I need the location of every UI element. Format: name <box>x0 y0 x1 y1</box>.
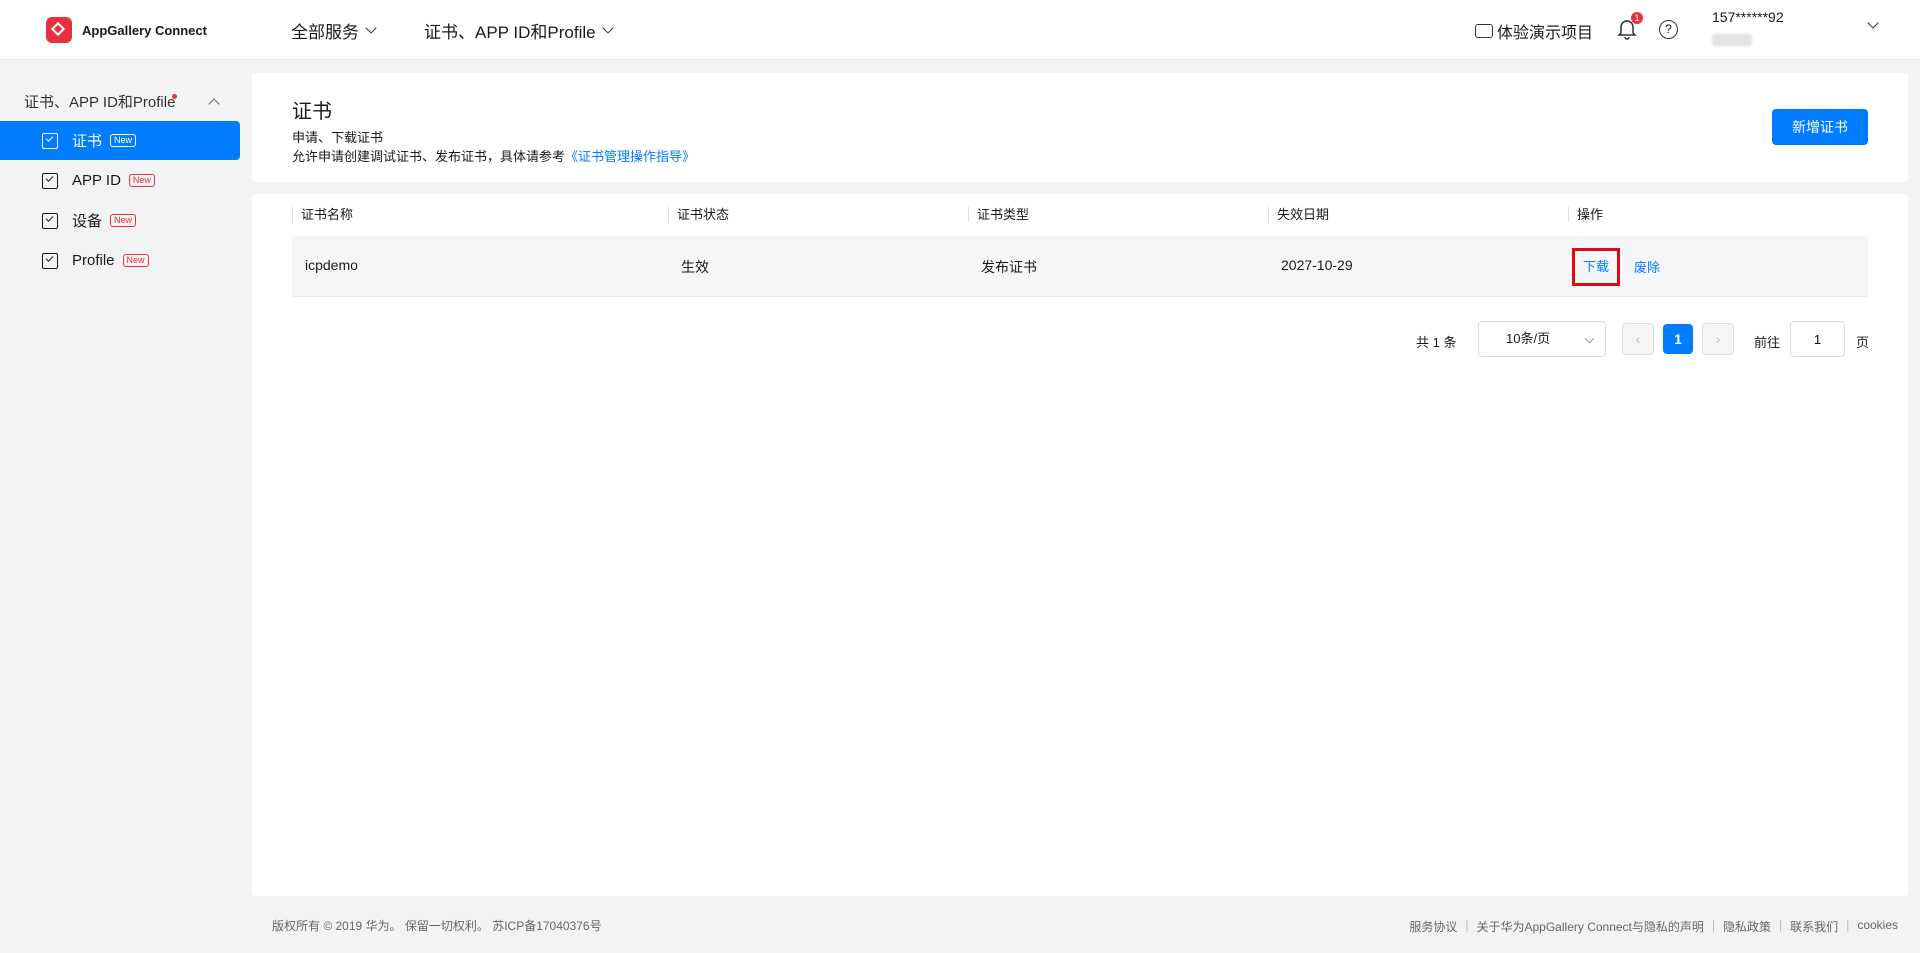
chevron-up-icon[interactable] <box>208 98 220 110</box>
column-header-actions: 操作 <box>1568 207 1603 222</box>
page-size-value: 10条/页 <box>1506 331 1551 346</box>
divider: | <box>1779 918 1783 932</box>
sidebar-item-certificates[interactable]: 证书 New <box>0 121 240 160</box>
page-header-card: 证书 申请、下载证书 允许申请创建调试证书、发布证书，具体请参考《证书管理操作指… <box>252 73 1908 182</box>
nav-all-services[interactable]: 全部服务 <box>291 18 377 43</box>
column-header-expiry: 失效日期 <box>1268 207 1329 222</box>
sidebar-item-label: 设备 <box>72 213 103 230</box>
footer-link-cookies[interactable]: cookies <box>1857 918 1898 935</box>
top-header: AppGallery Connect 全部服务 证书、APP ID和Profil… <box>0 0 1920 60</box>
logo-text: AppGallery Connect <box>82 22 207 38</box>
new-tag: New <box>110 214 137 227</box>
sidebar: 证书、APP ID和Profile 证书 New APP ID New 设备 N… <box>0 61 240 953</box>
new-tag: New <box>128 174 155 187</box>
nav-cert-label: 证书、APP ID和Profile <box>424 23 596 42</box>
chevron-down-icon <box>1584 333 1595 344</box>
add-certificate-button[interactable]: 新增证书 <box>1772 109 1868 145</box>
cell-name: icpdemo <box>305 257 358 273</box>
demo-icon <box>1475 24 1493 38</box>
user-menu-chevron-icon[interactable] <box>1867 17 1879 29</box>
appid-icon <box>42 172 58 189</box>
divider: | <box>1465 918 1469 932</box>
cell-status: 生效 <box>681 259 709 275</box>
help-icon[interactable]: ? <box>1659 20 1678 39</box>
cell-expiry: 2027-10-29 <box>1281 257 1353 273</box>
column-header-type: 证书类型 <box>968 207 1029 222</box>
copyright: 版权所有 © 2019 华为。 保留一切权利。 苏ICP备17040376号 <box>272 919 602 933</box>
nav-all-services-label: 全部服务 <box>291 23 359 42</box>
notification-badge: 1 <box>1631 12 1643 24</box>
sidebar-item-label: 证书 <box>72 133 103 150</box>
current-page-button[interactable]: 1 <box>1663 324 1693 354</box>
page-description: 申请、下载证书 <box>292 130 384 145</box>
sidebar-item-label: APP ID <box>72 172 121 189</box>
page-size-select[interactable]: 10条/页 <box>1478 321 1606 357</box>
footer-link-privacy-policy[interactable]: 隐私政策 <box>1723 918 1771 935</box>
app-logo[interactable]: AppGallery Connect <box>46 17 207 43</box>
revoke-button[interactable]: 废除 <box>1634 257 1660 276</box>
footer-link-terms[interactable]: 服务协议 <box>1409 918 1457 935</box>
next-page-button[interactable]: › <box>1702 323 1734 355</box>
device-icon <box>42 212 58 229</box>
guide-link[interactable]: 《证书管理操作指导》 <box>565 149 695 164</box>
table-row: icpdemo 生效 发布证书 2027-10-29 下载 废除 <box>292 236 1868 297</box>
footer-link-privacy-statement[interactable]: 关于华为AppGallery Connect与隐私的声明 <box>1477 918 1704 935</box>
chevron-down-icon <box>601 22 614 34</box>
sidebar-item-label: Profile <box>72 252 115 269</box>
certificate-icon <box>42 132 58 149</box>
column-header-status: 证书状态 <box>668 207 729 222</box>
divider: | <box>1711 918 1716 932</box>
table-header: 证书名称 证书状态 证书类型 失效日期 操作 <box>292 194 1868 236</box>
profile-icon <box>42 252 58 269</box>
divider: | <box>1846 918 1850 932</box>
new-tag: New <box>110 134 137 147</box>
page-title: 证书 <box>292 101 332 123</box>
sidebar-item-appid[interactable]: APP ID New <box>0 161 240 200</box>
guide-prefix: 允许申请创建调试证书、发布证书，具体请参考 <box>292 149 566 164</box>
demo-project-link[interactable]: 体验演示项目 <box>1475 19 1593 43</box>
sidebar-section-title[interactable]: 证书、APP ID和Profile <box>24 91 175 112</box>
user-account-blurred <box>1712 34 1752 46</box>
goto-page-input[interactable] <box>1790 321 1845 357</box>
appgallery-logo-icon <box>46 17 72 43</box>
sidebar-item-devices[interactable]: 设备 New <box>0 201 240 240</box>
cell-type: 发布证书 <box>981 259 1037 275</box>
nav-cert-appid-profile[interactable]: 证书、APP ID和Profile <box>424 18 614 43</box>
download-button[interactable]: 下载 <box>1572 248 1620 286</box>
footer-links: 服务协议 | 关于华为AppGallery Connect与隐私的声明 | 隐私… <box>1409 918 1898 935</box>
demo-project-label: 体验演示项目 <box>1497 25 1594 42</box>
footer-link-contact[interactable]: 联系我们 <box>1790 918 1838 935</box>
chevron-down-icon <box>365 22 377 34</box>
sidebar-red-dot <box>172 94 177 99</box>
page-description-guide: 允许申请创建调试证书、发布证书，具体请参考《证书管理操作指导》 <box>292 146 695 165</box>
column-header-name: 证书名称 <box>292 207 353 222</box>
prev-page-button[interactable]: ‹ <box>1622 323 1654 355</box>
certificate-table-card: 证书名称 证书状态 证书类型 失效日期 操作 icpdemo 生效 发布证书 2… <box>252 194 1908 896</box>
total-count: 共 1 条 <box>1416 335 1457 350</box>
new-tag: New <box>122 254 149 267</box>
sidebar-item-profile[interactable]: Profile New <box>0 241 240 280</box>
user-name[interactable]: 157******92 <box>1712 9 1784 25</box>
goto-label: 前往 <box>1754 335 1781 350</box>
goto-suffix: 页 <box>1856 335 1870 350</box>
